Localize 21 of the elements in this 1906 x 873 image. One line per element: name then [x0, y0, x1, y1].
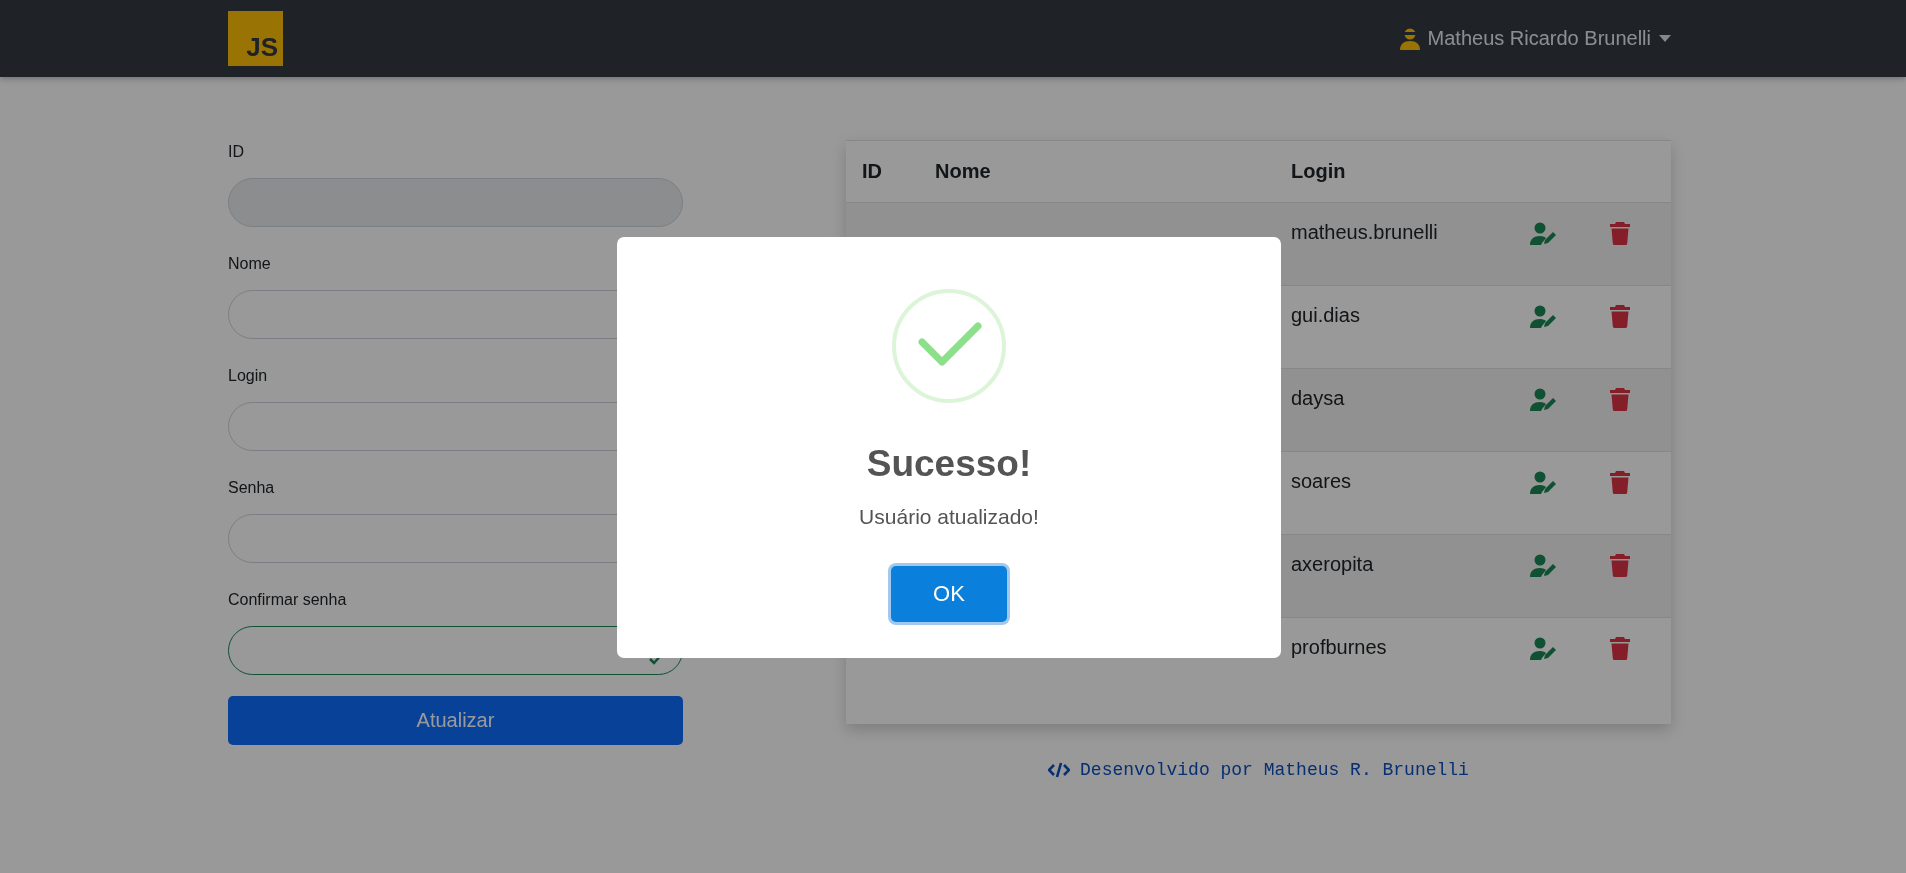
field-label: Nome [228, 254, 272, 274]
column-header: Login [1291, 160, 1347, 183]
field-label: ID [228, 142, 245, 162]
field-label: Confirmar senha [228, 590, 348, 610]
table-cell-text: gui.dias [1291, 304, 1361, 327]
table-cell-text: daysa [1291, 387, 1346, 410]
logo[interactable]: JS [228, 11, 283, 66]
dialog-title: Sucesso! [866, 442, 1032, 486]
table-cell-text: matheus.brunelli [1291, 221, 1439, 244]
table-cell-text: soares [1291, 470, 1353, 493]
update-button[interactable]: Atualizar [228, 696, 683, 745]
ok-button[interactable]: OK [891, 566, 1007, 622]
table-cell-text: axeropita [1291, 553, 1375, 576]
field-label: Login [228, 366, 269, 386]
user-menu[interactable]: Matheus Ricardo Brunelli [1427, 27, 1651, 50]
field-label: Senha [228, 478, 276, 498]
column-header: ID [862, 160, 883, 183]
table-cell-text: profburnes [1291, 636, 1388, 659]
footer-credit: Desenvolvido por Matheus R. Brunelli [1080, 760, 1469, 780]
dialog-message: Usuário atualizado! [859, 504, 1039, 530]
column-header: Nome [935, 160, 992, 183]
